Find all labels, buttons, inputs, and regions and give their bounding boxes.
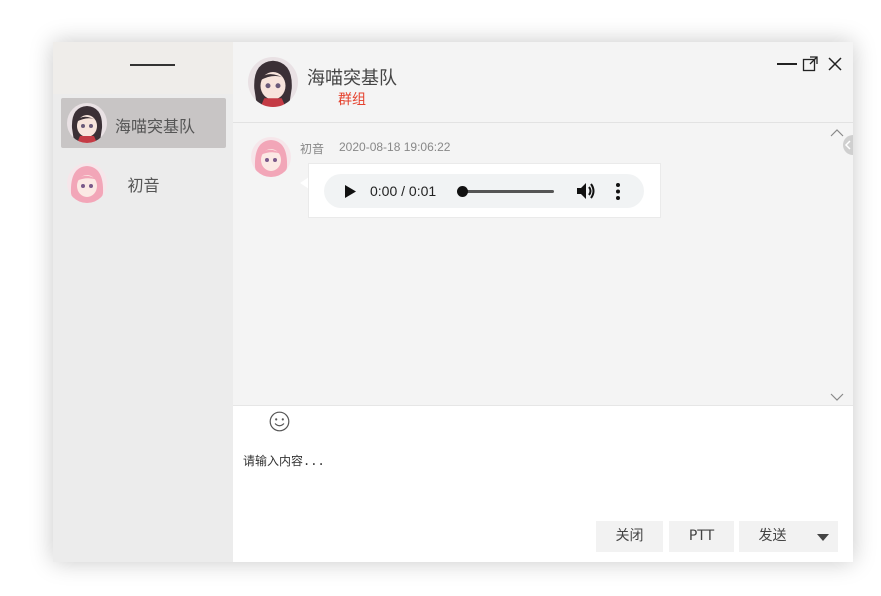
message-list[interactable]: 初音 2020-08-18 19:06:22 0:00 / 0:01 — [233, 123, 853, 405]
contact-item-group[interactable]: 海喵突基队 — [61, 98, 226, 148]
maximize-icon[interactable] — [802, 56, 818, 72]
ptt-button[interactable]: PTT — [669, 521, 734, 552]
message-sender: 初音 — [300, 142, 325, 156]
message-bubble: 0:00 / 0:01 — [308, 163, 661, 218]
avatar[interactable] — [251, 137, 291, 177]
volume-icon[interactable] — [576, 182, 596, 200]
avatar — [67, 103, 107, 143]
minimize-icon[interactable] — [777, 56, 797, 72]
chat-title: 海喵突基队 — [307, 68, 397, 89]
send-button[interactable]: 发送 — [739, 521, 806, 552]
contact-name: 初音 — [127, 176, 160, 195]
composer: 请输入内容... 关闭 PTT 发送 — [233, 405, 853, 562]
play-icon[interactable] — [345, 185, 356, 198]
sidebar-header — [53, 42, 233, 94]
contact-sidebar: 海喵突基队 初音 — [53, 42, 233, 562]
chevron-down-icon[interactable] — [817, 534, 829, 541]
audio-time: 0:00 / 0:01 — [370, 183, 437, 199]
emoji-icon[interactable] — [269, 411, 290, 432]
close-button[interactable]: 关闭 — [596, 521, 663, 552]
contact-name: 海喵突基队 — [115, 117, 196, 136]
send-button-group: 发送 — [739, 521, 838, 552]
audio-progress-track[interactable] — [461, 190, 554, 193]
scroll-down-icon[interactable] — [830, 393, 844, 402]
group-avatar[interactable] — [248, 57, 298, 107]
collapse-panel-icon[interactable] — [840, 135, 853, 155]
message-timestamp: 2020-08-18 19:06:22 — [339, 140, 451, 154]
audio-player: 0:00 / 0:01 — [324, 174, 644, 208]
contact-item-hatsune[interactable]: 初音 — [61, 157, 226, 207]
menu-icon[interactable] — [130, 64, 175, 66]
chat-window: 海喵突基队 初音 海喵突基队 群组 初音 2020-08-18 19:06:22… — [53, 42, 853, 562]
more-options-icon[interactable] — [615, 183, 621, 200]
chat-header: 海喵突基队 群组 — [233, 42, 853, 123]
chat-panel: 海喵突基队 群组 初音 2020-08-18 19:06:22 0:00 / 0… — [233, 42, 853, 562]
audio-progress-thumb[interactable] — [457, 186, 468, 197]
message-input[interactable]: 请输入内容... — [243, 452, 325, 469]
close-icon[interactable] — [828, 56, 842, 72]
chat-subtitle: 群组 — [338, 92, 366, 108]
